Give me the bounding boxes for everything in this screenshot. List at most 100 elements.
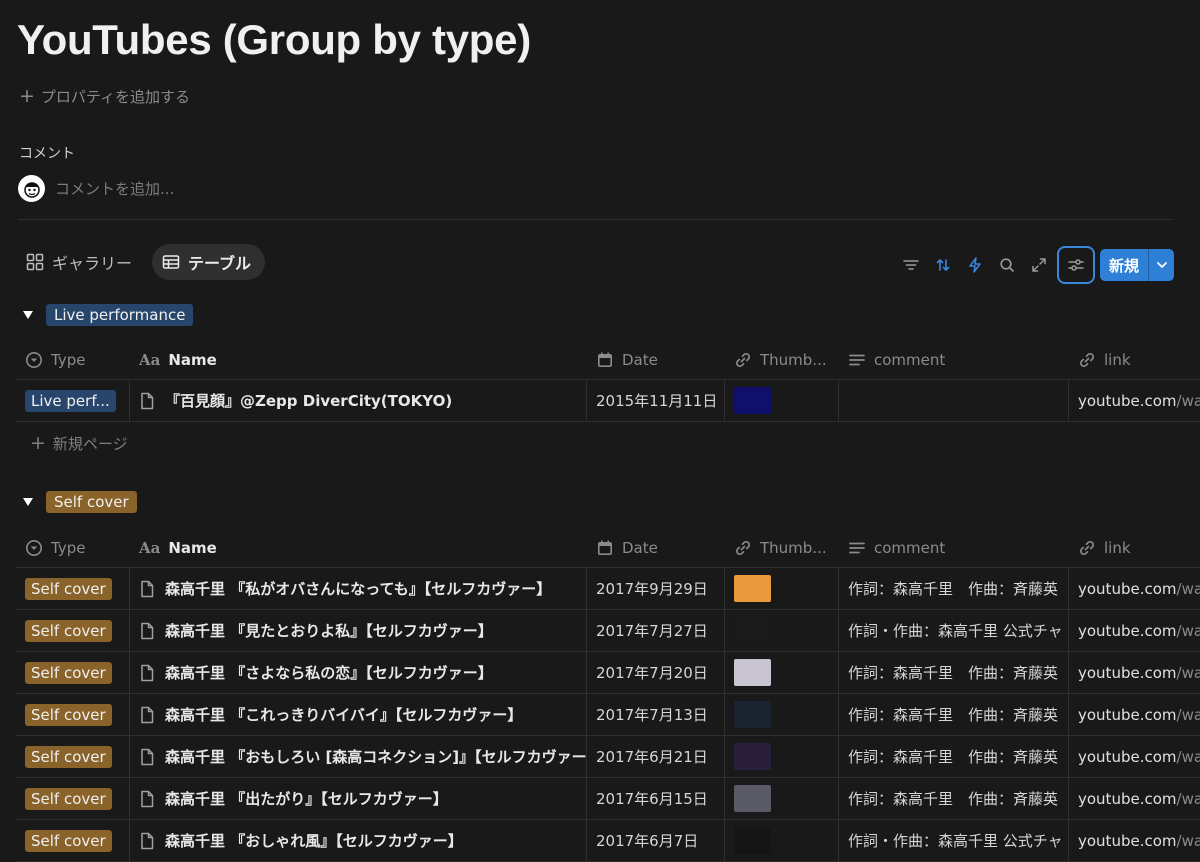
expand-button[interactable] (1023, 248, 1055, 282)
type-cell[interactable]: Self cover (16, 652, 130, 693)
link-cell[interactable]: youtube.com/wa (1069, 610, 1200, 651)
thumbnail-cell[interactable] (725, 380, 839, 421)
type-cell[interactable]: Self cover (16, 736, 130, 777)
comment-cell[interactable]: 作詞：森高千里 作曲：斉藤英 (839, 694, 1069, 735)
thumbnail-cell[interactable] (725, 778, 839, 819)
collapse-triangle-icon[interactable] (23, 498, 33, 506)
type-cell[interactable]: Self cover (16, 820, 130, 861)
new-options-button[interactable] (1148, 249, 1175, 281)
group-header-self-cover[interactable]: Self cover (23, 491, 137, 513)
link-url-path[interactable]: /wa (1177, 706, 1200, 724)
group-header-live-performance[interactable]: Live performance (23, 304, 194, 326)
thumbnail-cell[interactable] (725, 694, 839, 735)
link-url-path[interactable]: /wa (1177, 832, 1200, 850)
row-title[interactable]: 森高千里 『見たとおりよ私』【セルフカヴァー】 (165, 620, 493, 641)
comment-cell[interactable]: 作詞：森高千里 作曲：斉藤英 (839, 736, 1069, 777)
name-cell[interactable]: 森高千里 『私がオバさんになっても』【セルフカヴァー】 (130, 568, 587, 609)
thumbnail-image[interactable] (734, 387, 771, 414)
thumbnail-image[interactable] (734, 575, 771, 602)
link-cell[interactable]: youtube.com/wa (1069, 380, 1200, 421)
link-cell[interactable]: youtube.com/wa (1069, 568, 1200, 609)
type-cell[interactable]: Self cover (16, 694, 130, 735)
date-cell[interactable]: 2017年6月7日 (587, 820, 725, 861)
type-cell[interactable]: Self cover (16, 778, 130, 819)
column-header-name[interactable]: Aa Name (130, 340, 587, 379)
row-title[interactable]: 森高千里 『さよなら私の恋』【セルフカヴァー】 (165, 662, 493, 683)
link-url[interactable]: youtube.com (1078, 790, 1177, 808)
row-title[interactable]: 森高千里 『おしゃれ風』【セルフカヴァー】 (165, 830, 463, 851)
name-cell[interactable]: 森高千里 『これっきりバイバイ』【セルフカヴァー】 (130, 694, 587, 735)
link-url-path[interactable]: /wa (1177, 622, 1200, 640)
thumbnail-cell[interactable] (725, 610, 839, 651)
comment-input-row[interactable]: コメントを追加... (18, 175, 174, 202)
date-cell[interactable]: 2017年9月29日 (587, 568, 725, 609)
thumbnail-image[interactable] (734, 659, 771, 686)
comment-cell[interactable]: 作詞・作曲：森高千里 公式チャ (839, 820, 1069, 861)
table-row[interactable]: Self cover 森高千里 『私がオバさんになっても』【セルフカヴァー】 201… (16, 568, 1200, 610)
comment-input[interactable]: コメントを追加... (55, 178, 174, 199)
view-settings-button[interactable] (1057, 246, 1095, 284)
thumbnail-image[interactable] (734, 743, 771, 770)
type-cell[interactable]: Live perf... (16, 380, 130, 421)
tab-gallery[interactable]: ギャラリー (16, 244, 146, 280)
table-row[interactable]: Self cover 森高千里 『見たとおりよ私』【セルフカヴァー】 2017年7月… (16, 610, 1200, 652)
link-url[interactable]: youtube.com (1078, 706, 1177, 724)
comment-cell[interactable]: 作詞・作曲：森高千里 公式チャ (839, 610, 1069, 651)
table-row[interactable]: Self cover 森高千里 『これっきりバイバイ』【セルフカヴァー】 2017年… (16, 694, 1200, 736)
name-cell[interactable]: 森高千里 『さよなら私の恋』【セルフカヴァー】 (130, 652, 587, 693)
link-url-path[interactable]: /wa (1177, 664, 1200, 682)
thumbnail-image[interactable] (734, 701, 771, 728)
filter-button[interactable] (895, 248, 927, 282)
date-cell[interactable]: 2017年7月20日 (587, 652, 725, 693)
column-header-date[interactable]: Date (587, 528, 725, 567)
thumbnail-image[interactable] (734, 785, 771, 812)
type-cell[interactable]: Self cover (16, 610, 130, 651)
column-header-comment[interactable]: comment (839, 340, 1069, 379)
column-header-type[interactable]: Type (16, 528, 130, 567)
link-url[interactable]: youtube.com (1078, 664, 1177, 682)
column-header-link[interactable]: link (1069, 340, 1200, 379)
table-row[interactable]: Self cover 森高千里 『おもしろい [森高コネクション]』【セルフカヴァ… (16, 736, 1200, 778)
comment-cell[interactable] (839, 380, 1069, 421)
date-cell[interactable]: 2017年6月21日 (587, 736, 725, 777)
date-cell[interactable]: 2017年7月27日 (587, 610, 725, 651)
link-url-path[interactable]: /wa (1177, 748, 1200, 766)
link-url-path[interactable]: /wa (1177, 580, 1200, 598)
link-url[interactable]: youtube.com (1078, 832, 1177, 850)
column-header-comment[interactable]: comment (839, 528, 1069, 567)
collapse-triangle-icon[interactable] (23, 311, 33, 319)
add-property-button[interactable]: + プロパティを追加する (19, 86, 190, 106)
thumbnail-image[interactable] (734, 617, 771, 644)
date-cell[interactable]: 2017年6月15日 (587, 778, 725, 819)
column-header-name[interactable]: Aa Name (130, 528, 587, 567)
link-cell[interactable]: youtube.com/wa (1069, 652, 1200, 693)
column-header-date[interactable]: Date (587, 340, 725, 379)
link-url-path[interactable]: /wa (1177, 790, 1200, 808)
link-cell[interactable]: youtube.com/wa (1069, 778, 1200, 819)
link-cell[interactable]: youtube.com/wa (1069, 694, 1200, 735)
comment-cell[interactable]: 作詞：森高千里 作曲：斉藤英 (839, 652, 1069, 693)
row-title[interactable]: 森高千里 『私がオバさんになっても』【セルフカヴァー】 (165, 578, 551, 599)
link-url[interactable]: youtube.com (1078, 748, 1177, 766)
name-cell[interactable]: 森高千里 『おしゃれ風』【セルフカヴァー】 (130, 820, 587, 861)
table-row[interactable]: Self cover 森高千里 『さよなら私の恋』【セルフカヴァー】 2017年7月… (16, 652, 1200, 694)
link-url[interactable]: youtube.com (1078, 622, 1177, 640)
name-cell[interactable]: 『百見顔』@Zepp DiverCity(TOKYO) (130, 380, 587, 421)
table-row[interactable]: Self cover 森高千里 『おしゃれ風』【セルフカヴァー】 2017年6月7日… (16, 820, 1200, 862)
link-cell[interactable]: youtube.com/wa (1069, 736, 1200, 777)
date-cell[interactable]: 2017年7月13日 (587, 694, 725, 735)
thumbnail-image[interactable] (734, 827, 771, 854)
search-button[interactable] (991, 248, 1023, 282)
column-header-type[interactable]: Type (16, 340, 130, 379)
column-header-thumbnail[interactable]: Thumb... (725, 528, 839, 567)
column-header-thumbnail[interactable]: Thumb... (725, 340, 839, 379)
thumbnail-cell[interactable] (725, 736, 839, 777)
thumbnail-cell[interactable] (725, 820, 839, 861)
link-url-path[interactable]: /wa (1177, 392, 1200, 410)
row-title[interactable]: 森高千里 『おもしろい [森高コネクション]』【セルフカヴァー】 (165, 746, 586, 767)
row-title[interactable]: 森高千里 『これっきりバイバイ』【セルフカヴァー】 (165, 704, 522, 725)
link-cell[interactable]: youtube.com/wa (1069, 820, 1200, 861)
sort-button[interactable] (927, 248, 959, 282)
automation-button[interactable] (959, 248, 991, 282)
name-cell[interactable]: 森高千里 『おもしろい [森高コネクション]』【セルフカヴァー】 (130, 736, 587, 777)
